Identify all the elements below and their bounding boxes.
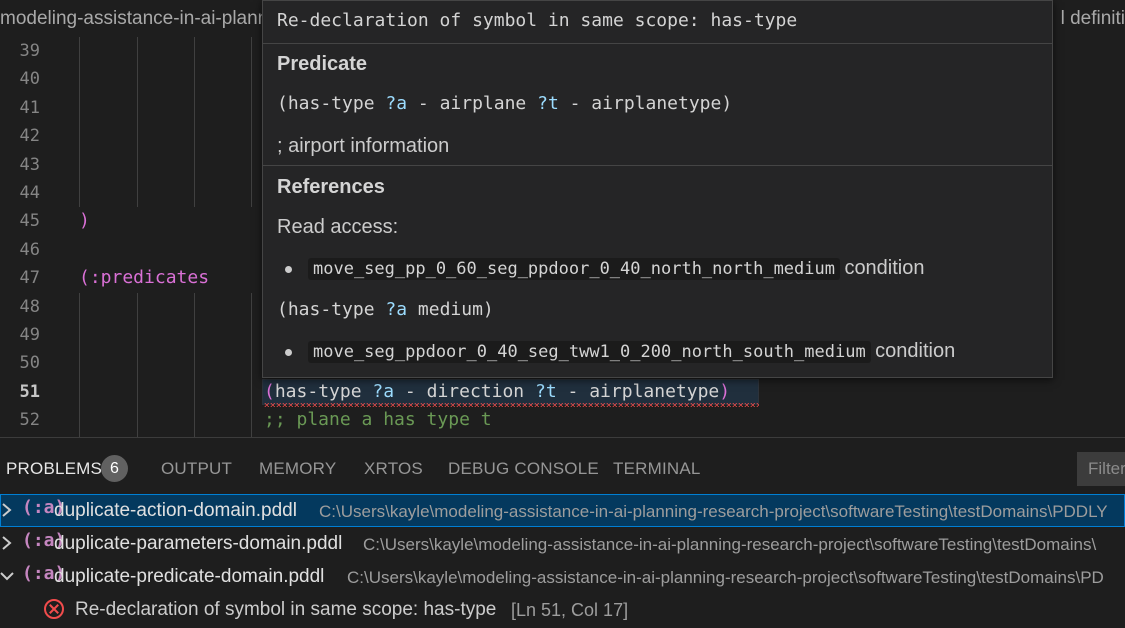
bullet-icon [285, 266, 292, 273]
reference-usage-code: (has-type ?a medium) [277, 299, 494, 320]
line-number: 52 [19, 410, 40, 431]
problem-file-name: duplicate-predicate-domain.pddl [54, 566, 325, 587]
line-number: 39 [19, 41, 40, 61]
code-text: (:predicates [79, 267, 210, 289]
line-number: 44 [19, 183, 40, 203]
hover-predicate-signature: (has-type ?a - airplane ?t - airplanetyp… [277, 93, 733, 114]
hover-error-title: Re-declaration of symbol in same scope: … [277, 10, 798, 31]
error-location: [Ln 51, Col 17] [511, 600, 629, 620]
problem-file-row[interactable]: (:a) duplicate-predicate-domain.pddl C:\… [0, 560, 1125, 593]
filter-input[interactable]: Filter [1077, 452, 1125, 486]
code-line-active: 51 (has-type ?a - direction ?t - airplan… [0, 378, 1125, 407]
reference-item[interactable]: move_seg_pp_0_60_seg_ppdoor_0_40_north_n… [308, 257, 925, 280]
line-number: 47 [19, 268, 40, 289]
problem-error-row[interactable]: Re-declaration of symbol in same scope: … [0, 593, 1125, 626]
line-number: 45 [19, 211, 40, 232]
problem-file-row[interactable]: (:a) duplicate-parameters-domain.pddl C:… [0, 527, 1125, 560]
problem-file-path: C:\Users\kayle\modeling-assistance-in-ai… [347, 568, 1104, 587]
line-number: 42 [19, 126, 40, 147]
line-number: 40 [19, 69, 40, 90]
reference-action-name[interactable]: move_seg_ppdoor_0_40_seg_tww1_0_200_nort… [308, 341, 871, 363]
line-number: 41 [19, 97, 40, 118]
tab-xrtos[interactable]: XRTOS [364, 459, 423, 479]
reference-kind: condition [875, 340, 956, 362]
code-line: 52 ;; plane a has type t [0, 406, 1125, 434]
problem-file-path: C:\Users\kayle\modeling-assistance-in-ai… [319, 502, 1108, 521]
line-number: 51 [19, 381, 40, 402]
error-icon [44, 599, 64, 619]
code-comment: ;; plane a has type t [264, 409, 492, 431]
line-number: 49 [19, 325, 40, 345]
reference-kind: condition [844, 257, 925, 279]
line-number: 43 [19, 154, 40, 175]
problems-count-badge: 6 [101, 455, 128, 482]
hover-references-heading: References [277, 176, 385, 198]
error-message: Re-declaration of symbol in same scope: … [75, 599, 497, 620]
hover-predicate-heading: Predicate [277, 53, 368, 75]
problem-file-name: duplicate-action-domain.pddl [54, 500, 297, 521]
problem-file-path: C:\Users\kayle\modeling-assistance-in-ai… [363, 535, 1097, 554]
code-text: (has-type ?a - direction ?t - airplanety… [264, 380, 731, 402]
hover-tooltip[interactable]: Re-declaration of symbol in same scope: … [262, 0, 1053, 378]
tab-memory[interactable]: MEMORY [259, 459, 336, 479]
bottom-panel: PROBLEMS 6 OUTPUT MEMORY XRTOS DEBUG CON… [0, 437, 1125, 628]
line-number: 48 [19, 296, 40, 317]
hover-read-access-label: Read access: [277, 216, 399, 238]
chevron-down-icon[interactable] [0, 567, 14, 585]
reference-action-name[interactable]: move_seg_pp_0_60_seg_ppdoor_0_40_north_n… [308, 258, 840, 280]
tab-debug-console[interactable]: DEBUG CONSOLE [448, 459, 599, 479]
line-number: 50 [19, 353, 40, 374]
problem-file-row[interactable]: (:a) duplicate-action-domain.pddl C:\Use… [0, 494, 1125, 527]
tab-problems[interactable]: PROBLEMS [6, 459, 102, 479]
tab-output[interactable]: OUTPUT [161, 459, 232, 479]
breadcrumb-symbol[interactable]: l definiti [1061, 8, 1125, 30]
problem-file-name: duplicate-parameters-domain.pddl [54, 533, 343, 554]
hover-divider [263, 165, 1052, 166]
hover-divider [263, 43, 1052, 44]
chevron-right-icon[interactable] [0, 534, 14, 552]
hover-doc-comment: ; airport information [277, 135, 450, 157]
chevron-right-icon[interactable] [0, 501, 14, 519]
bullet-icon [285, 349, 292, 356]
tab-terminal[interactable]: TERMINAL [613, 459, 701, 479]
reference-item[interactable]: move_seg_ppdoor_0_40_seg_tww1_0_200_nort… [308, 340, 955, 363]
breadcrumb-path[interactable]: modeling-assistance-in-ai-planni [0, 8, 272, 30]
code-text: ) [79, 210, 90, 232]
line-number: 46 [19, 239, 40, 260]
